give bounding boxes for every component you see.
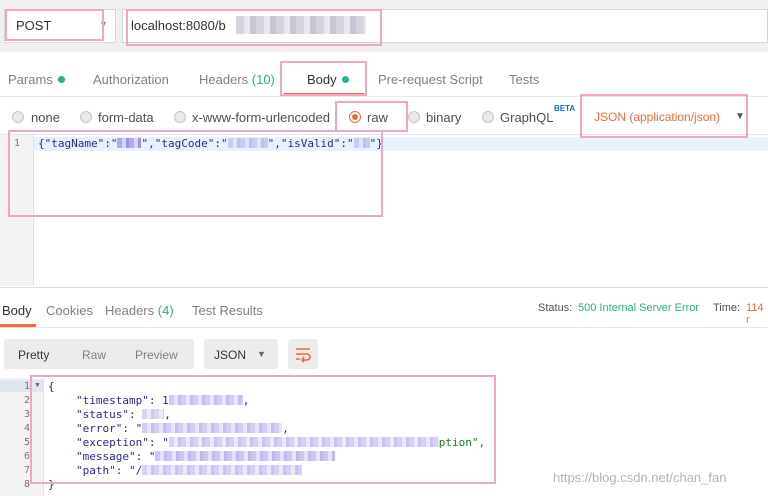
tab-tests[interactable]: Tests <box>509 72 539 87</box>
status-label: Status: <box>538 302 573 314</box>
resp-tab-headers[interactable]: Headers (4) <box>105 303 174 318</box>
radio-form-data-label[interactable]: form-data <box>98 110 154 125</box>
annotation-frame-raw <box>335 101 408 132</box>
radio-urlencoded[interactable] <box>174 111 186 123</box>
wrap-lines-icon <box>296 348 311 363</box>
response-divider <box>0 287 768 288</box>
radio-binary[interactable] <box>408 111 420 123</box>
tab-headers-count: (10) <box>251 72 275 87</box>
view-pretty-button[interactable]: Pretty <box>18 348 49 362</box>
tabs-divider <box>0 327 768 328</box>
watermark: https://blog.csdn.net/chan_fan <box>553 470 727 485</box>
resp-tab-headers-count: (4) <box>157 303 174 318</box>
tab-pre-request-label: Pre-request Script <box>378 72 483 87</box>
resp-tab-cookies[interactable]: Cookies <box>46 303 93 318</box>
radio-form-data[interactable] <box>80 111 92 123</box>
tab-pre-request-script[interactable]: Pre-request Script <box>378 72 483 87</box>
annotation-frame-url <box>126 9 382 46</box>
radio-graphql-label[interactable]: GraphQL <box>500 110 553 125</box>
view-preview-button[interactable]: Preview <box>135 348 178 362</box>
params-indicator-dot <box>57 76 65 83</box>
resp-tab-test-results[interactable]: Test Results <box>192 303 263 318</box>
status-badge: 500 Internal Server Error <box>578 302 700 314</box>
tab-tests-label: Tests <box>509 72 540 87</box>
tab-params[interactable]: Params <box>8 72 65 87</box>
annotation-frame-method <box>5 9 104 41</box>
radio-urlencoded-label[interactable]: x-www-form-urlencoded <box>192 110 330 125</box>
resp-tab-body[interactable]: Body <box>2 303 32 318</box>
tab-params-label: Params <box>8 72 53 87</box>
time-label: Time: <box>713 302 741 314</box>
chevron-down-icon[interactable]: ▼ <box>257 349 266 359</box>
tab-authorization[interactable]: Authorization <box>93 72 169 87</box>
resp-tab-headers-label: Headers <box>105 303 155 318</box>
beta-badge: BETA <box>554 104 576 113</box>
tab-headers-label: Headers <box>199 72 249 87</box>
view-raw-button[interactable]: Raw <box>82 348 106 362</box>
tab-authorization-label: Authorization <box>93 72 169 87</box>
annotation-frame-request-body <box>8 130 383 217</box>
annotation-frame-response-body <box>30 375 496 484</box>
tab-headers[interactable]: Headers (10) <box>199 72 275 87</box>
radio-graphql[interactable] <box>482 111 494 123</box>
format-label: JSON <box>214 348 247 362</box>
radio-none-label[interactable]: none <box>31 110 60 125</box>
time-value: 114 r <box>746 302 764 326</box>
annotation-frame-content-type <box>580 94 748 138</box>
annotation-frame-body-tab <box>280 61 367 96</box>
radio-binary-label[interactable]: binary <box>426 110 461 125</box>
radio-none[interactable] <box>12 111 24 123</box>
